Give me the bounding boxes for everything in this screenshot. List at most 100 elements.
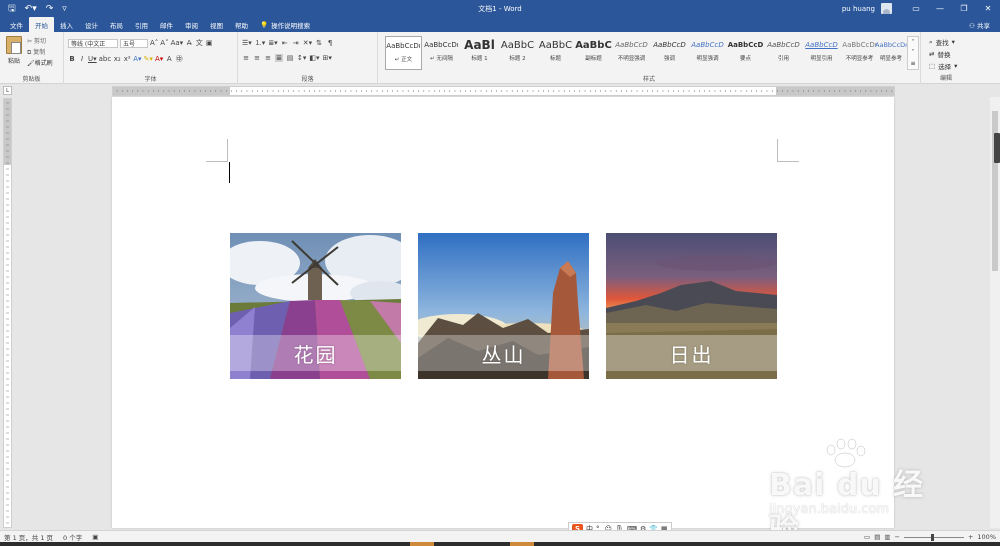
shrink-font-icon[interactable]: A˅ [160, 39, 168, 47]
align-center-icon[interactable]: ≡ [253, 54, 261, 62]
document-page[interactable]: 花园 丛山 日出 [112, 97, 894, 528]
tab-file[interactable]: 文件 [4, 17, 29, 32]
align-right-icon[interactable]: ≡ [264, 54, 272, 62]
copy-button[interactable]: ⧉ 复制 [27, 47, 45, 57]
find-button[interactable]: ⌕ 查找 ▾ [929, 37, 955, 48]
zoom-out-icon[interactable]: − [895, 533, 900, 541]
phonetic-guide-icon[interactable]: 文 [195, 38, 203, 48]
show-marks-icon[interactable]: ¶ [326, 39, 334, 47]
style-subtitle[interactable]: AaBbC 副标题 [575, 36, 612, 70]
subscript-icon[interactable]: x₂ [113, 55, 121, 63]
photo-sunrise[interactable]: 日出 [606, 233, 777, 379]
user-avatar[interactable] [881, 3, 892, 14]
italic-button[interactable]: I [78, 55, 86, 63]
tab-insert[interactable]: 插入 [54, 17, 79, 32]
multilevel-list-icon[interactable]: ≣▾ [268, 39, 277, 47]
more-styles-icon[interactable]: ≡ [910, 60, 915, 67]
chevron-down-icon[interactable]: ˅ [912, 49, 915, 56]
restore-icon[interactable]: ❐ [952, 0, 976, 17]
font-family-select[interactable]: 等线 (中文正 [68, 38, 118, 48]
read-mode-icon[interactable]: ▭ [864, 533, 870, 541]
cut-button[interactable]: ✂ 剪切 [27, 36, 46, 45]
select-button[interactable]: ⬚ 选择 ▾ [929, 61, 957, 71]
zoom-in-icon[interactable]: + [968, 533, 973, 541]
numbering-icon[interactable]: ⒈▾ [255, 38, 266, 48]
minimize-icon[interactable]: — [928, 0, 952, 17]
style-no-spacing[interactable]: AaBbCcDı ↵ 无间隔 [423, 36, 460, 70]
style-intense-reference[interactable]: AaBbCcDı 明显参考 [875, 36, 907, 70]
font-color-icon[interactable]: A▾ [155, 55, 163, 63]
replace-button[interactable]: ⇄ 替换 [929, 49, 950, 59]
style-title[interactable]: AaBbC 标题 [537, 36, 574, 70]
borders-icon[interactable]: ⊞▾ [323, 54, 332, 62]
page-count[interactable]: 第 1 页，共 1 页 [4, 532, 53, 542]
tab-help[interactable]: 帮助 [229, 17, 254, 32]
style-heading2[interactable]: AaBbC 标题 2 [499, 36, 536, 70]
grow-font-icon[interactable]: A˄ [150, 39, 158, 47]
tab-selector[interactable]: L [3, 86, 12, 95]
change-case-icon[interactable]: Aa▾ [171, 39, 184, 47]
distributed-icon[interactable]: ▤ [286, 54, 294, 62]
char-border-icon[interactable]: ▣ [205, 39, 213, 47]
bold-button[interactable]: B [68, 55, 76, 63]
paste-icon[interactable] [6, 36, 22, 54]
strikethrough-icon[interactable]: abc [99, 55, 112, 63]
horizontal-ruler[interactable] [112, 86, 895, 96]
document-canvas[interactable]: 花园 丛山 日出 [14, 97, 990, 528]
format-painter-button[interactable]: 🖌格式刷 [27, 58, 53, 67]
share-button[interactable]: ⚇ 共享 [969, 20, 990, 30]
font-size-select[interactable]: 五号 [120, 38, 148, 48]
bullets-icon[interactable]: ☰▾ [242, 39, 252, 47]
justify-icon[interactable]: ≣ [275, 54, 283, 62]
close-icon[interactable]: ✕ [976, 0, 1000, 17]
user-name[interactable]: pu huang [842, 5, 875, 13]
vertical-ruler[interactable] [3, 98, 12, 528]
word-count[interactable]: 0 个字 [63, 532, 82, 542]
style-intense-quote[interactable]: AaBbCcD 明显引用 [803, 36, 840, 70]
style-normal[interactable]: AaBbCcDı ↵ 正文 [385, 36, 422, 70]
highlight-icon[interactable]: ✎▾ [144, 55, 153, 63]
redo-icon[interactable]: ↷ [46, 4, 54, 14]
style-emphasis[interactable]: AaBbCcD 强调 [651, 36, 688, 70]
tab-view[interactable]: 视图 [204, 17, 229, 32]
style-subtle-emphasis[interactable]: AaBbCcD 不明显强调 [613, 36, 650, 70]
style-heading1[interactable]: AaBl 标题 1 [461, 36, 498, 70]
tell-me-search[interactable]: 💡 操作说明搜索 [254, 17, 316, 32]
tab-references[interactable]: 引用 [129, 17, 154, 32]
shading-icon[interactable]: ◧▾ [309, 54, 319, 62]
styles-gallery-scroll[interactable]: ˄ ˅ ≡ [907, 36, 919, 70]
underline-button[interactable]: U▾ [88, 55, 97, 63]
style-strong[interactable]: AaBbCcD 要点 [727, 36, 764, 70]
clear-format-icon[interactable]: A̶ [185, 39, 193, 47]
vertical-scrollbar[interactable] [990, 97, 1000, 528]
chinese-layout-icon[interactable]: ✕▾ [303, 39, 312, 47]
proofing-icon[interactable]: ▣ [92, 533, 98, 541]
decrease-indent-icon[interactable]: ⇤ [281, 39, 289, 47]
tab-review[interactable]: 审阅 [179, 17, 204, 32]
char-shading-icon[interactable]: A [165, 55, 173, 63]
sort-icon[interactable]: ⇅ [315, 39, 323, 47]
customize-qat-icon[interactable]: ▿ [62, 4, 67, 14]
undo-icon[interactable]: ↶▾ [25, 4, 37, 14]
align-left-icon[interactable]: ≡ [242, 54, 250, 62]
style-subtle-reference[interactable]: AaBbCcDı 不明显参考 [841, 36, 878, 70]
superscript-icon[interactable]: x² [123, 55, 131, 63]
web-layout-icon[interactable]: ▥ [884, 533, 890, 541]
photo-garden[interactable]: 花园 [230, 233, 401, 379]
increase-indent-icon[interactable]: ⇥ [292, 39, 300, 47]
print-layout-icon[interactable]: ▤ [874, 533, 880, 541]
tab-design[interactable]: 设计 [79, 17, 104, 32]
chevron-up-icon[interactable]: ˄ [912, 39, 915, 46]
ribbon-display-options-icon[interactable]: ▭ [904, 0, 928, 17]
paste-button[interactable]: 粘贴 [8, 56, 20, 65]
tab-mailings[interactable]: 邮件 [154, 17, 179, 32]
side-panel-handle[interactable] [994, 133, 1000, 163]
zoom-level[interactable]: 100% [977, 533, 996, 541]
save-icon[interactable]: 🖫 [8, 1, 16, 17]
tab-home[interactable]: 开始 [29, 17, 54, 32]
text-effects-icon[interactable]: A▾ [133, 55, 141, 63]
line-spacing-icon[interactable]: ↕▾ [297, 54, 306, 62]
zoom-slider[interactable] [903, 533, 964, 541]
photo-mountains[interactable]: 丛山 [418, 233, 589, 379]
style-quote[interactable]: AaBbCcD 引用 [765, 36, 802, 70]
